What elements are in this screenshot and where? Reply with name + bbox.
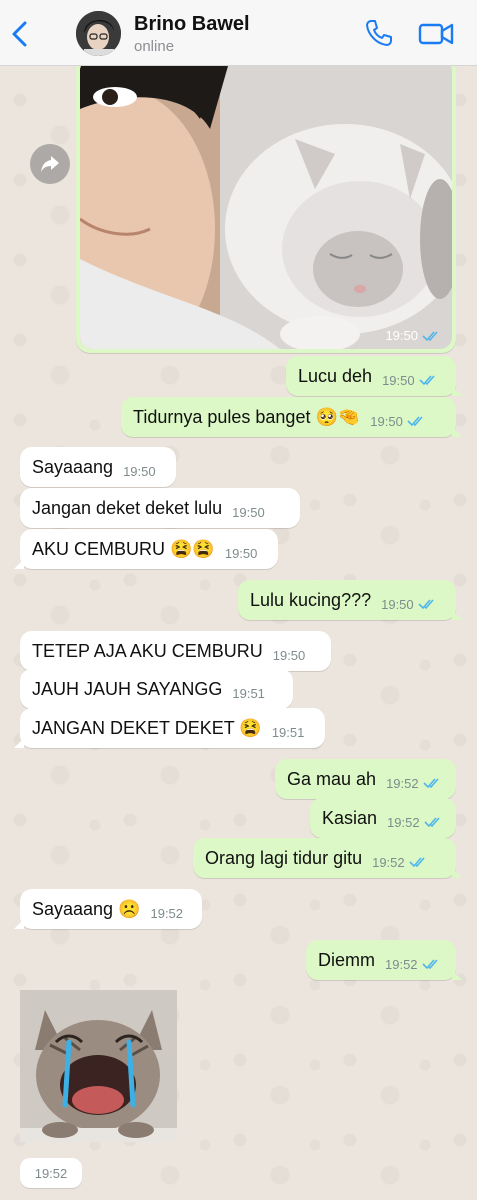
message-text: Kasian [322, 807, 378, 828]
photo-girl-with-cat[interactable]: 19:50 [80, 59, 452, 349]
read-ticks-icon [421, 959, 438, 970]
sticker-message[interactable]: 19:52 [20, 990, 180, 1190]
message-text: AKU CEMBURU 😫😫 [32, 538, 215, 559]
contact-name[interactable]: Brino Bawel [134, 13, 250, 36]
message-text: Orang lagi tidur gitu [205, 847, 363, 868]
message-time: 19:50 [382, 372, 415, 388]
chat-header: Brino Bawel online [0, 0, 477, 66]
message-text: TETEP AJA AKU CEMBURU [32, 640, 263, 661]
read-ticks-icon [418, 599, 434, 610]
read-ticks-icon [407, 416, 423, 427]
read-ticks-icon [409, 857, 425, 868]
message-text: Sayaaang [32, 456, 114, 477]
message-text: Ga mau ah [287, 768, 377, 789]
message-text: JAUH JAUH SAYANGG [32, 678, 223, 699]
message-outgoing[interactable]: Lucu deh 19:50 [286, 356, 462, 396]
message-time: 19:50 [272, 647, 306, 663]
forward-button[interactable] [30, 144, 70, 184]
message-time: 19:51 [232, 685, 265, 701]
message-text: Lucu deh [298, 365, 373, 386]
message-text: Tidurnya pules banget 🥺🤏 [133, 406, 361, 427]
message-outgoing[interactable]: Kasian 19:52 [310, 798, 456, 838]
read-ticks-icon [422, 330, 438, 341]
read-ticks-icon [423, 778, 439, 789]
message-text: Lulu kucing??? [250, 589, 372, 610]
message-incoming[interactable]: AKU CEMBURU 😫😫 19:50 [14, 529, 278, 569]
phone-call-icon[interactable] [364, 18, 394, 48]
message-outgoing[interactable]: Ga mau ah 19:52 [275, 759, 456, 799]
message-text: Jangan deket deket lulu [32, 497, 223, 518]
message-time: 19:52 [387, 814, 420, 830]
message-time: 19:50 [232, 504, 265, 520]
message-incoming[interactable]: Sayaaang ☹️ 19:52 [14, 889, 202, 929]
message-time: 19:50 [224, 545, 258, 561]
message-outgoing[interactable]: Orang lagi tidur gitu 19:52 [193, 838, 462, 878]
message-text: Diemm [318, 949, 375, 970]
message-time: 19:52 [372, 854, 405, 870]
message-incoming[interactable]: JAUH JAUH SAYANGG 19:51 [20, 669, 293, 709]
message-text: JANGAN DEKET DEKET 😫 [32, 717, 262, 738]
forward-arrow-icon [41, 156, 59, 172]
avatar[interactable] [76, 11, 121, 56]
photo-timestamp: 19:50 [385, 328, 442, 343]
sticker-timestamp: 19:52 [20, 1158, 82, 1188]
message-time: 19:50 [370, 413, 403, 429]
message-incoming[interactable]: JANGAN DEKET DEKET 😫 19:51 [14, 708, 325, 748]
message-time: 19:52 [150, 905, 184, 921]
message-incoming[interactable]: TETEP AJA AKU CEMBURU 19:50 [20, 631, 331, 671]
back-chevron-icon[interactable] [8, 18, 32, 50]
read-ticks-icon [419, 375, 435, 386]
message-outgoing[interactable]: Tidurnya pules banget 🥺🤏 19:50 [121, 397, 462, 437]
message-incoming[interactable]: Sayaaang 19:50 [20, 447, 176, 487]
message-incoming[interactable]: Jangan deket deket lulu 19:50 [20, 488, 300, 528]
message-time: 19:51 [271, 724, 305, 740]
crying-cat-sticker[interactable] [20, 990, 177, 1142]
photo-message[interactable]: 19:50 [76, 55, 456, 353]
read-ticks-icon [424, 817, 440, 828]
contact-status: online [134, 38, 175, 55]
message-time: 19:52 [385, 956, 418, 972]
message-outgoing[interactable]: Diemm 19:52 [306, 940, 462, 980]
message-outgoing[interactable]: Lulu kucing??? 19:50 [238, 580, 462, 620]
message-text: Sayaaang ☹️ [32, 898, 141, 919]
message-time: 19:52 [386, 775, 419, 791]
video-call-icon[interactable] [418, 20, 454, 48]
message-time: 19:50 [123, 463, 156, 479]
message-time: 19:50 [381, 596, 414, 612]
